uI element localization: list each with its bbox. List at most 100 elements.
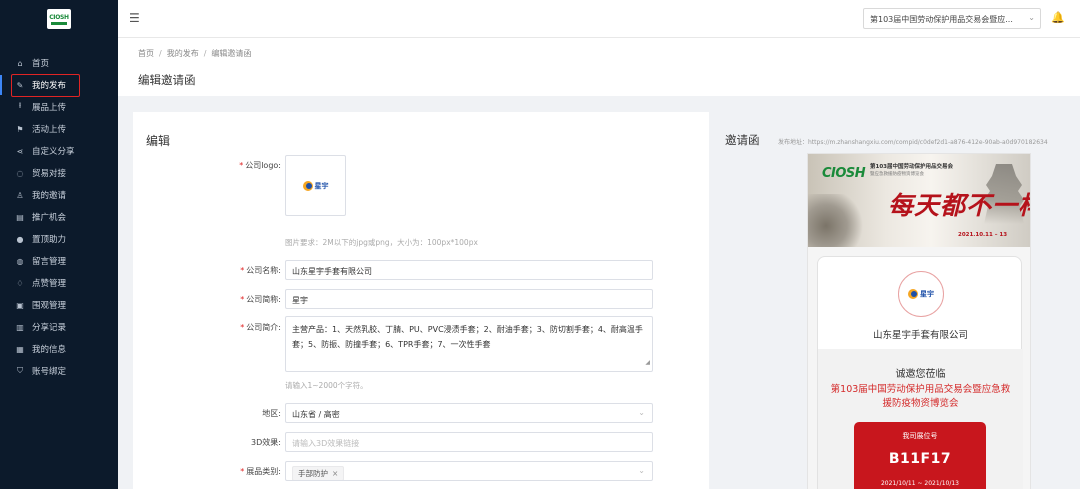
breadcrumb-my-publish[interactable]: 我的发布 <box>167 49 199 58</box>
invitation-preview: CIOSH 第103届中国劳动保护用品交易会 暨应急救援防疫物资博览会 每天都不… <box>807 153 1031 489</box>
booth-label: 我司展位号 <box>902 432 938 440</box>
sidebar-item-message[interactable]: ◍ 留言管理 <box>0 250 118 272</box>
sidebar-item-shield[interactable]: ⛉ 账号绑定 <box>0 360 118 382</box>
company-logo: 星宇 <box>302 180 329 191</box>
sidebar-item-label: 首页 <box>32 59 50 69</box>
banner-date: 2021.10.11 – 13 <box>958 232 1008 238</box>
resize-grip-icon[interactable]: ◢ <box>645 355 650 370</box>
chevron-down-icon: ⌄ <box>1028 13 1035 22</box>
breadcrumb-current: 编辑邀请函 <box>211 49 252 58</box>
breadcrumb-home[interactable]: 首页 <box>138 49 154 58</box>
region-label: 地区: <box>262 409 281 418</box>
top-icon: ● <box>16 234 24 244</box>
sidebar-item-label: 贸易对接 <box>32 169 67 179</box>
sidebar-item-label: 活动上传 <box>32 125 67 135</box>
sidebar-item-label: 分享记录 <box>32 323 67 333</box>
sidebar-item-users[interactable]: ♙ 我的邀请 <box>0 184 118 206</box>
logo-upload[interactable]: 星宇 <box>285 155 346 216</box>
company-name-input[interactable]: 山东星宇手套有限公司 <box>285 260 653 280</box>
logo-mark-text: 星宇 <box>314 181 329 190</box>
name-label-text: 公司名称: <box>246 266 281 275</box>
sidebar-menu: ⌂ 首页 ✎ 我的发布 ⭱ 展品上传 ⚑ 活动上传 ⋖ 自定义分享 ◌ 贸易对接 ♙ 我的邀请 ▤ 推广机会 ●… <box>0 52 118 382</box>
region-select[interactable]: 山东省 / 高密 ⌄ <box>285 403 653 423</box>
logo-area: CIOSH <box>0 0 118 38</box>
required-mark: * <box>240 323 245 332</box>
sidebar-item-top[interactable]: ● 置顶助力 <box>0 228 118 250</box>
shield-icon: ⛉ <box>17 366 23 375</box>
sidebar-item-label: 展品上传 <box>32 103 67 113</box>
intro-label-text: 公司简介: <box>246 323 281 332</box>
required-mark: * <box>239 161 244 170</box>
required-mark: * <box>240 467 245 476</box>
upload-icon: ⭱ <box>18 101 22 110</box>
banner-people-image <box>808 194 868 247</box>
logo-hint: 图片要求：2M以下的jpg或png，大小为：100px*100px <box>285 238 478 247</box>
app-logo-text: CIOSH <box>49 13 69 21</box>
invitation-welcome: 诚邀您莅临 <box>895 369 946 380</box>
app-logo-bar <box>51 21 67 25</box>
sidebar-item-label: 点赞管理 <box>32 279 67 289</box>
company-intro-textarea[interactable]: 主营产品：1、天然乳胶、丁腈、PU、PVC浸渍手套；2、耐油手套；3、防切割手套… <box>285 316 653 372</box>
expo-select-value: 第103届中国劳动保护用品交易会暨应... <box>870 15 1013 24</box>
sidebar-item-upload[interactable]: ⭱ 展品上传 <box>0 96 118 118</box>
booth-dates: 2021/10/11 ~ 2021/10/13 <box>880 480 959 487</box>
banner-subline: 暨应急救援防疫物资博览会 <box>870 172 924 177</box>
sidebar-item-label: 推广机会 <box>32 213 67 223</box>
sidebar-item-label: 我的邀请 <box>32 191 67 201</box>
sidebar-item-edit[interactable]: ✎ 我的发布 <box>0 74 118 97</box>
sidebar-item-watch[interactable]: ▣ 围观管理 <box>0 294 118 316</box>
promo-icon: ▤ <box>16 212 24 222</box>
booth-number: B11F17 <box>888 451 952 467</box>
banner-headline: 第103届中国劳动保护用品交易会 <box>870 164 953 170</box>
watch-icon: ▣ <box>16 300 24 310</box>
category-select[interactable]: 手部防护 × ⌄ <box>285 461 653 481</box>
invitation-company-name: 山东星宇手套有限公司 <box>872 330 968 341</box>
app-logo[interactable]: CIOSH <box>47 9 71 29</box>
sidebar-item-like[interactable]: ♢ 点赞管理 <box>0 272 118 294</box>
required-mark: * <box>240 266 245 275</box>
breadcrumb-sep: / <box>203 49 207 58</box>
preview-url[interactable]: 发布地址：https://m.zhanshangxiu.com/compid/c… <box>778 137 1048 146</box>
tag-close-icon[interactable]: × <box>332 469 338 478</box>
logo-mark-icon <box>302 180 313 191</box>
sidebar-item-label: 自定义分享 <box>32 147 75 157</box>
sidebar-item-share[interactable]: ⋖ 自定义分享 <box>0 140 118 162</box>
sidebar-item-label: 账号绑定 <box>32 367 67 377</box>
sidebar-item-info[interactable]: ▦ 我的信息 <box>0 338 118 360</box>
bell-icon[interactable]: 🔔 <box>1051 11 1065 24</box>
sidebar-item-chat[interactable]: ◌ 贸易对接 <box>0 162 118 184</box>
category-tag: 手部防护 × <box>292 466 345 480</box>
sidebar-item-label: 我的信息 <box>32 345 67 355</box>
required-mark: * <box>240 295 245 304</box>
share-icon: ⋖ <box>16 146 24 156</box>
sidebar-item-flag[interactable]: ⚑ 活动上传 <box>0 118 118 140</box>
category-label-text: 展品类别: <box>246 467 281 476</box>
company-intro-text: 主营产品：1、天然乳胶、丁腈、PU、PVC浸渍手套；2、耐油手套；3、防切割手套… <box>292 325 643 349</box>
top-header: ☰ 第103届中国劳动保护用品交易会暨应... ⌄ 🔔 <box>118 0 1080 38</box>
info-icon: ▦ <box>16 344 24 354</box>
model3d-label: 3D效果: <box>251 438 281 447</box>
invitation-company-logo: 星宇 <box>898 271 944 317</box>
expo-select[interactable]: 第103届中国劳动保护用品交易会暨应... ⌄ <box>863 8 1041 29</box>
logo-label: * 公司logo: <box>239 160 281 171</box>
sidebar-item-label: 留言管理 <box>32 257 67 267</box>
preview-title: 邀请函 <box>725 133 760 147</box>
banner-logo: CIOSH <box>822 166 866 181</box>
logo-mark-text: 星宇 <box>920 290 934 298</box>
sidebar-item-label: 围观管理 <box>32 301 67 311</box>
model3d-input[interactable]: 请输入3D效果链接 <box>285 432 653 452</box>
banner-slogan: 每天都不一样 <box>888 191 1031 220</box>
sidebar-item-record[interactable]: ▥ 分享记录 <box>0 316 118 338</box>
breadcrumb: 首页 / 我的发布 / 编辑邀请函 <box>138 48 251 59</box>
menu-toggle-icon[interactable]: ☰ <box>129 11 140 25</box>
company-short-name-input[interactable]: 星宇 <box>285 289 653 309</box>
booth-card: 我司展位号 B11F17 2021/10/11 ~ 2021/10/13 <box>854 422 986 489</box>
chevron-down-icon: ⌄ <box>638 408 645 417</box>
page-title: 编辑邀请函 <box>138 73 196 87</box>
record-icon: ▥ <box>16 322 24 332</box>
sidebar-item-home[interactable]: ⌂ 首页 <box>0 52 118 74</box>
short-name-label: * 公司简称: <box>240 294 281 305</box>
logo-mark-icon <box>908 289 918 299</box>
sidebar-item-promo[interactable]: ▤ 推广机会 <box>0 206 118 228</box>
category-tag-text: 手部防护 <box>298 469 328 478</box>
